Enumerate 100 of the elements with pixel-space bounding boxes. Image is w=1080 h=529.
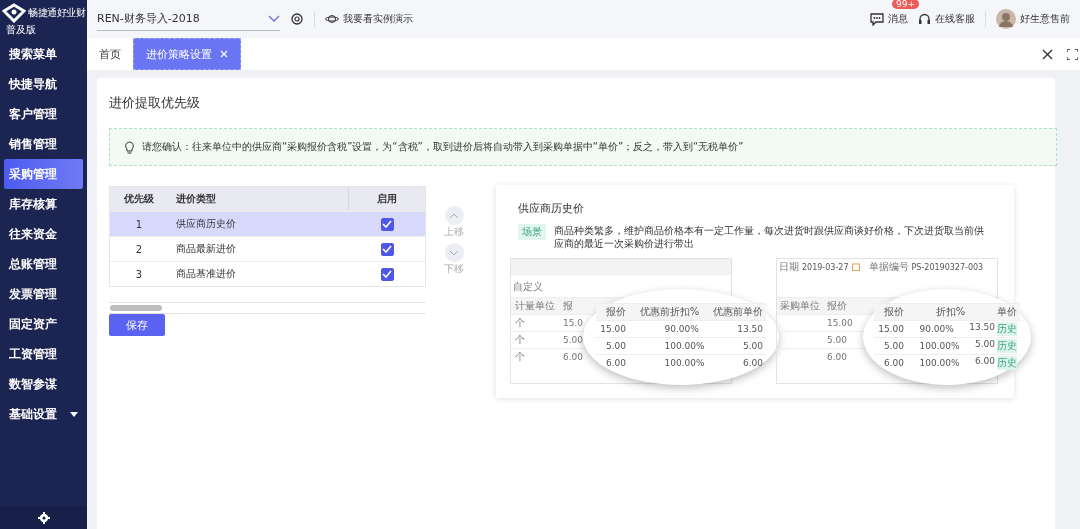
planet-icon: [325, 13, 339, 25]
table-cell-text: 5.00: [826, 335, 848, 345]
demo-link[interactable]: 我要看实例演示: [325, 12, 413, 26]
sidebar-item[interactable]: 搜索菜单: [4, 39, 83, 69]
sidebar-item[interactable]: 工资管理: [4, 339, 83, 369]
chevron-down-icon: [268, 15, 280, 22]
table-cell-text: 个: [514, 316, 526, 330]
table-header-cell-text: 采购单位: [779, 299, 821, 313]
table-cell-text: 供应商历史价: [175, 217, 237, 231]
table-header-cell-text: 报价: [826, 299, 847, 313]
fullscreen-icon[interactable]: [1067, 48, 1078, 60]
table-cell-text: 100.00%: [918, 358, 961, 368]
notice-text: 请您确认：往来单位中的供应商“采购报价含税”设置，为“含税”，取到进价后将自动带入到采购单据中“单价”；反之，带入到“无税单价”: [142, 140, 744, 154]
table-cell-text: 5.00: [604, 341, 627, 351]
table-cell-text: 15.00: [599, 324, 627, 334]
sidebar-item[interactable]: 数智参谋: [4, 369, 83, 399]
field-label: 单据编号: [868, 260, 909, 274]
field-label: 日期: [779, 260, 799, 274]
logo-text: 畅捷通好业财: [28, 6, 85, 20]
sidebar-item[interactable]: 快捷导航: [4, 69, 83, 99]
chevron-down-icon: [449, 249, 459, 256]
calendar-icon: [851, 263, 860, 271]
detail-description: 商品种类繁多，维护商品价格本有一定工作量，每次进货时跟供应商谈好价格，下次进货取当前供应商的最近一次采购价进行带出: [554, 224, 985, 250]
table-header-cell-text: 计量单位: [514, 299, 556, 313]
caret-icon: [70, 411, 78, 417]
table-cell-text: 15.00: [877, 324, 905, 334]
checkbox[interactable]: [380, 217, 394, 231]
tab[interactable]: 首页: [87, 38, 133, 70]
support-link[interactable]: 在线客服: [918, 12, 975, 26]
table-cell-text: 100.00%: [663, 341, 706, 351]
field-value: 2019-03-27: [802, 262, 849, 272]
checkbox[interactable]: [380, 267, 394, 281]
table-header-cell-text: 优惠前折扣%: [638, 305, 701, 319]
table-cell-text: 13.50: [969, 322, 995, 334]
sidebar-item[interactable]: 发票管理: [4, 279, 83, 309]
table-cell-text: 6.00: [974, 356, 995, 368]
column-header: 优先级: [123, 192, 155, 206]
save-button[interactable]: 保存: [109, 314, 165, 336]
table-cell-text: 5.00: [741, 341, 764, 351]
table-cell-text: 6.00: [562, 352, 584, 362]
table-cell-text: 5.00: [882, 341, 905, 351]
column-header: 进价类型: [175, 192, 217, 206]
table-row[interactable]: 1 供应商历史价: [110, 211, 425, 236]
table-cell-text: 6.00: [826, 352, 848, 362]
table-cell-text: 5.00: [974, 339, 995, 351]
table-cell-text: 2: [134, 243, 144, 255]
sidebar-item[interactable]: 往来资金: [4, 219, 83, 249]
table-cell-text: 商品基准进价: [175, 267, 237, 281]
sidebar-item[interactable]: 客户管理: [4, 99, 83, 129]
field-label: 自定义: [513, 281, 543, 292]
table-header-cell-text: 优惠前单价: [712, 305, 764, 319]
table-cell-text: 个: [514, 350, 526, 364]
scrollbar-thumb[interactable]: [110, 305, 162, 311]
table-cell-text: 6.00: [741, 358, 764, 368]
table-header-cell-text: 报价: [605, 305, 627, 319]
field-value: PS-20190327-003: [911, 262, 984, 272]
sidebar-item[interactable]: 固定资产: [4, 309, 83, 339]
table-header-cell-text: 单价: [996, 305, 1018, 319]
history-tag: 历史: [997, 356, 1017, 370]
table-cell-text: 个: [514, 333, 526, 347]
table-cell-text: 5.00: [562, 335, 584, 345]
chat-icon: [870, 12, 884, 26]
edition-label: 普及版: [5, 23, 37, 37]
sidebar-item[interactable]: 基础设置: [4, 399, 83, 429]
table-cell-text: 6.00: [882, 358, 905, 368]
table-cell-text: 90.00%: [918, 324, 955, 334]
account-select[interactable]: REN-财务导入-2018: [97, 7, 280, 31]
table-header-cell-text: 报: [562, 299, 573, 313]
detail-title: 供应商历史价: [518, 201, 585, 216]
table-cell-text: 3: [134, 268, 144, 280]
table-cell-text: 商品最新进价: [175, 242, 237, 256]
sidebar-item[interactable]: 总账管理: [4, 249, 83, 279]
headset-icon: [918, 12, 931, 26]
sidebar-item[interactable]: 采购管理: [4, 159, 83, 189]
logo-icon: [2, 3, 26, 23]
checkbox[interactable]: [380, 242, 394, 256]
sidebar-item[interactable]: 销售管理: [4, 129, 83, 159]
close-icon[interactable]: [1042, 48, 1053, 60]
tab[interactable]: 进价策略设置: [133, 38, 241, 70]
table-cell-text: 15.0: [562, 318, 584, 328]
history-tag: 历史: [997, 322, 1017, 336]
table-cell-text: 15.00: [826, 318, 853, 328]
table-cell-text: 1: [134, 218, 144, 230]
settings-icon[interactable]: [37, 512, 50, 524]
count-badge: 99+: [892, 0, 919, 9]
table-cell-text: 13.50: [736, 324, 764, 334]
table-header-cell-text: 报价: [883, 305, 905, 319]
table-cell-text: 100.00%: [663, 358, 706, 368]
section-title: 进价提取优先级: [109, 94, 201, 112]
table-cell-text: 6.00: [604, 358, 627, 368]
user-menu[interactable]: 好生意售前: [996, 9, 1070, 29]
lightbulb-icon: [124, 140, 135, 154]
sidebar-item[interactable]: 库存核算: [4, 189, 83, 219]
chevron-up-icon: [449, 212, 459, 219]
settings-icon[interactable]: [290, 12, 304, 26]
table-row[interactable]: 3 商品基准进价: [110, 261, 425, 286]
table-cell-text: 100.00%: [918, 341, 961, 351]
history-tag: 历史: [997, 339, 1017, 353]
table-row[interactable]: 2 商品最新进价: [110, 236, 425, 261]
table-cell-text: 90.00%: [663, 324, 700, 334]
